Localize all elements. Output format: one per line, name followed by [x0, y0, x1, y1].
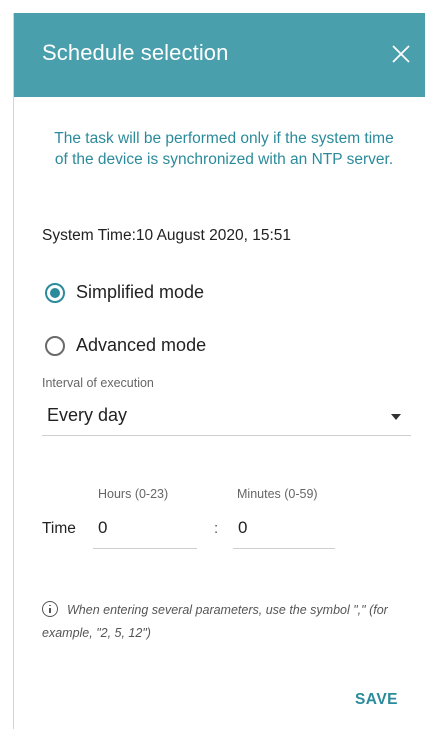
radio-checked-icon[interactable] — [45, 282, 65, 303]
schedule-dialog: Schedule selection The task will be perf… — [13, 13, 425, 729]
interval-label: Interval of execution — [42, 376, 154, 390]
ntp-notice: The task will be performed only if the s… — [54, 130, 394, 168]
info-icon — [42, 601, 58, 617]
hours-label: Hours (0-23) — [98, 487, 169, 501]
caret-down-icon — [391, 414, 401, 420]
time-separator: : — [214, 520, 219, 537]
save-button[interactable]: SAVE — [355, 691, 398, 709]
radio-label-advanced: Advanced mode — [76, 335, 207, 355]
hint-text: When entering several parameters, use th… — [42, 603, 388, 640]
minutes-input[interactable]: 0 — [233, 511, 335, 549]
close-icon — [392, 45, 410, 63]
radio-unchecked-icon[interactable] — [45, 335, 65, 356]
dialog-title: Schedule selection — [42, 40, 229, 65]
radio-label-simplified: Simplified mode — [76, 282, 205, 302]
page-top-margin — [0, 0, 425, 13]
radio-advanced-mode[interactable]: Advanced mode — [45, 335, 206, 356]
hours-value: 0 — [98, 518, 108, 537]
close-button[interactable] — [390, 43, 412, 65]
hours-input[interactable]: 0 — [93, 511, 197, 549]
interval-value: Every day — [47, 405, 128, 425]
minutes-value: 0 — [238, 518, 248, 537]
dialog-header: Schedule selection — [14, 13, 425, 97]
hint-text-block: When entering several parameters, use th… — [42, 599, 402, 645]
system-time: System Time:10 August 2020, 15:51 — [42, 227, 292, 244]
interval-select[interactable]: Every day — [42, 397, 411, 436]
time-label: Time — [42, 520, 76, 537]
radio-simplified-mode[interactable]: Simplified mode — [45, 282, 204, 303]
minutes-label: Minutes (0-59) — [237, 487, 318, 501]
